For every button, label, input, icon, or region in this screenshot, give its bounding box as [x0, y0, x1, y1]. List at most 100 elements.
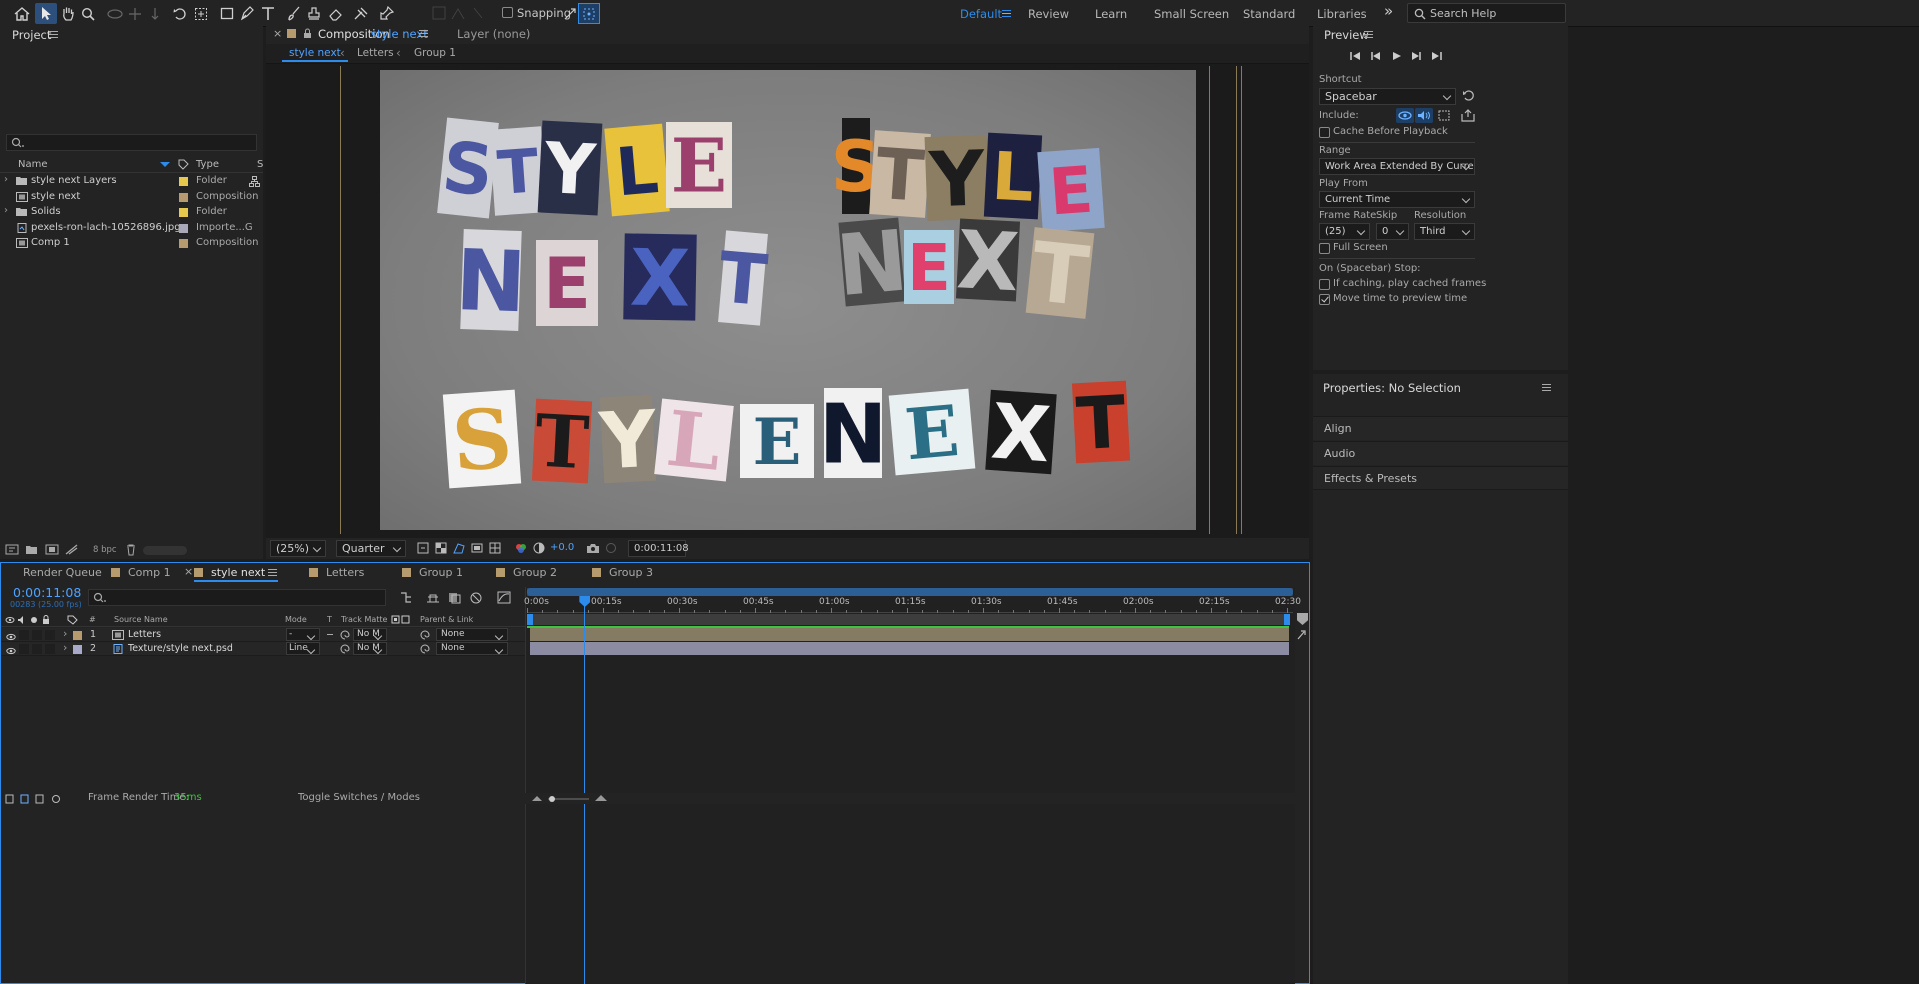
toggle-switches-modes[interactable]: Toggle Switches / Modes — [298, 792, 420, 803]
workspace-small-screen[interactable]: Small Screen — [1154, 7, 1229, 21]
search-help-field[interactable]: Search Help — [1407, 3, 1566, 23]
label-color-swatch[interactable] — [179, 223, 188, 233]
playhead[interactable] — [579, 596, 591, 984]
time-navigator[interactable] — [527, 588, 1293, 596]
column-name[interactable]: Name — [18, 159, 48, 170]
switch-slot[interactable] — [32, 630, 42, 640]
roto-brush-tool-icon[interactable] — [350, 3, 372, 24]
zoom-tool-icon[interactable] — [77, 3, 99, 24]
timeline-current-time[interactable]: 0:00:11:08 — [13, 585, 81, 600]
new-folder-icon[interactable] — [25, 544, 38, 555]
color-management-icon[interactable] — [533, 542, 545, 554]
transparency-grid-icon[interactable] — [435, 542, 447, 554]
layer-bar-texture[interactable] — [530, 642, 1289, 655]
mask-visibility-icon[interactable] — [453, 542, 465, 554]
resolution-dropdown[interactable]: Third — [1414, 223, 1475, 240]
more-workspaces-icon[interactable]: » — [1384, 2, 1393, 20]
shortcut-dropdown[interactable]: Spacebar — [1319, 88, 1456, 105]
track-matte-dropdown[interactable]: No M — [353, 642, 387, 655]
home-icon[interactable] — [11, 3, 33, 24]
pen-tool-icon[interactable] — [236, 3, 258, 24]
workspace-learn[interactable]: Learn — [1095, 7, 1127, 21]
project-panel-menu-icon[interactable] — [49, 31, 58, 38]
blend-mode-dropdown[interactable]: - — [286, 628, 320, 641]
snapshot-camera-icon[interactable] — [586, 542, 600, 554]
project-item[interactable]: pexels-ron-lach-10526896.jpg Importe...G — [0, 221, 263, 236]
include-overlays-icon[interactable] — [1437, 109, 1451, 122]
rotation-tool-icon[interactable] — [169, 3, 191, 24]
switch-slot[interactable] — [45, 644, 55, 654]
cache-before-playback-checkbox[interactable] — [1319, 127, 1330, 138]
layer-row[interactable]: › 1 Letters - No M None — [1, 627, 525, 642]
expand-arrow-icon[interactable]: › — [4, 174, 8, 185]
column-source-name[interactable]: Source Name — [114, 615, 168, 624]
switch-slot[interactable] — [32, 644, 42, 654]
column-type[interactable]: Type — [196, 159, 219, 170]
matte-pickwhip-icon[interactable] — [340, 644, 350, 654]
trash-icon[interactable] — [126, 544, 136, 556]
work-area-bar[interactable] — [527, 614, 1290, 625]
dolly-camera-icon[interactable] — [144, 3, 166, 24]
workspace-default[interactable]: Default — [960, 7, 1002, 21]
expand-arrow-icon[interactable]: › — [63, 627, 67, 640]
bit-depth-label[interactable]: 8 bpc — [93, 545, 117, 555]
if-caching-checkbox[interactable] — [1319, 279, 1330, 290]
audio-section[interactable]: Audio — [1313, 441, 1568, 465]
graph-editor-icon[interactable] — [497, 591, 511, 604]
label-color-swatch[interactable] — [179, 208, 188, 217]
eraser-tool-icon[interactable] — [324, 3, 346, 24]
frame-rate-dropdown[interactable]: (25) — [1319, 223, 1370, 240]
column-size[interactable]: S — [257, 159, 263, 170]
workspace-libraries[interactable]: Libraries — [1317, 7, 1367, 21]
type-tool-icon[interactable] — [257, 3, 279, 24]
interpret-footage-icon[interactable] — [5, 544, 19, 555]
render-queue-icon[interactable] — [65, 544, 78, 555]
workspace-menu-icon[interactable] — [1002, 10, 1011, 17]
matte-pickwhip-icon[interactable] — [340, 630, 350, 640]
new-composition-icon[interactable] — [45, 544, 59, 555]
workspace-review[interactable]: Review — [1028, 7, 1069, 21]
timeline-search-input[interactable] — [88, 589, 386, 606]
parent-dropdown[interactable]: None — [436, 642, 508, 655]
pan-camera-icon[interactable] — [124, 3, 146, 24]
previous-frame-icon[interactable] — [1370, 51, 1382, 61]
parent-dropdown[interactable]: None — [436, 628, 508, 641]
reset-icon[interactable] — [1462, 89, 1475, 102]
anchor-point-tool-icon[interactable] — [190, 3, 212, 24]
label-color-swatch[interactable] — [179, 192, 188, 202]
play-icon[interactable] — [1391, 51, 1403, 61]
blend-mode-dropdown[interactable]: Line — [286, 642, 320, 655]
preserve-transparency-dash[interactable] — [327, 634, 333, 635]
label-color-swatch[interactable] — [179, 177, 188, 186]
align-section[interactable]: Align — [1313, 416, 1568, 440]
fast-previews-icon[interactable] — [417, 542, 429, 554]
project-search-input[interactable] — [6, 134, 257, 151]
footer-toggle-icons[interactable] — [5, 794, 65, 804]
expand-arrow-icon[interactable]: › — [4, 205, 8, 216]
viewer-menu-icon[interactable] — [419, 30, 428, 37]
layer-tab[interactable]: Layer (none) — [457, 27, 530, 41]
full-screen-checkbox[interactable] — [1319, 243, 1330, 254]
puppet-pin-tool-icon[interactable] — [375, 3, 397, 24]
parent-pickwhip-icon[interactable] — [420, 630, 430, 640]
layer-label-swatch[interactable] — [73, 645, 82, 654]
layer-bar-letters[interactable] — [530, 628, 1289, 641]
workspace-standard[interactable]: Standard — [1243, 7, 1295, 21]
brush-tool-icon[interactable] — [283, 3, 305, 24]
snapping-checkbox[interactable] — [502, 7, 513, 18]
show-snapshot-icon[interactable] — [605, 542, 617, 554]
comp-button-icon[interactable] — [1296, 629, 1308, 641]
flowchart-icon[interactable] — [249, 176, 260, 187]
channel-rgb-icon[interactable] — [515, 542, 527, 554]
region-of-interest-icon[interactable] — [471, 542, 483, 554]
next-frame-icon[interactable] — [1410, 51, 1422, 61]
properties-menu-icon[interactable] — [1542, 384, 1551, 391]
work-area-end-handle[interactable] — [1284, 614, 1290, 625]
exposure-value[interactable]: +0.0 — [550, 542, 574, 553]
switch-slot[interactable] — [19, 630, 29, 640]
effects-presets-section[interactable]: Effects & Presets — [1313, 466, 1568, 490]
expand-arrow-icon[interactable]: › — [63, 641, 67, 654]
layer-row[interactable]: › 2 Texture/style next.psd Line No M None — [1, 641, 525, 656]
magnification-dropdown[interactable]: (25%) — [270, 540, 326, 557]
play-from-dropdown[interactable]: Current Time — [1319, 191, 1475, 208]
